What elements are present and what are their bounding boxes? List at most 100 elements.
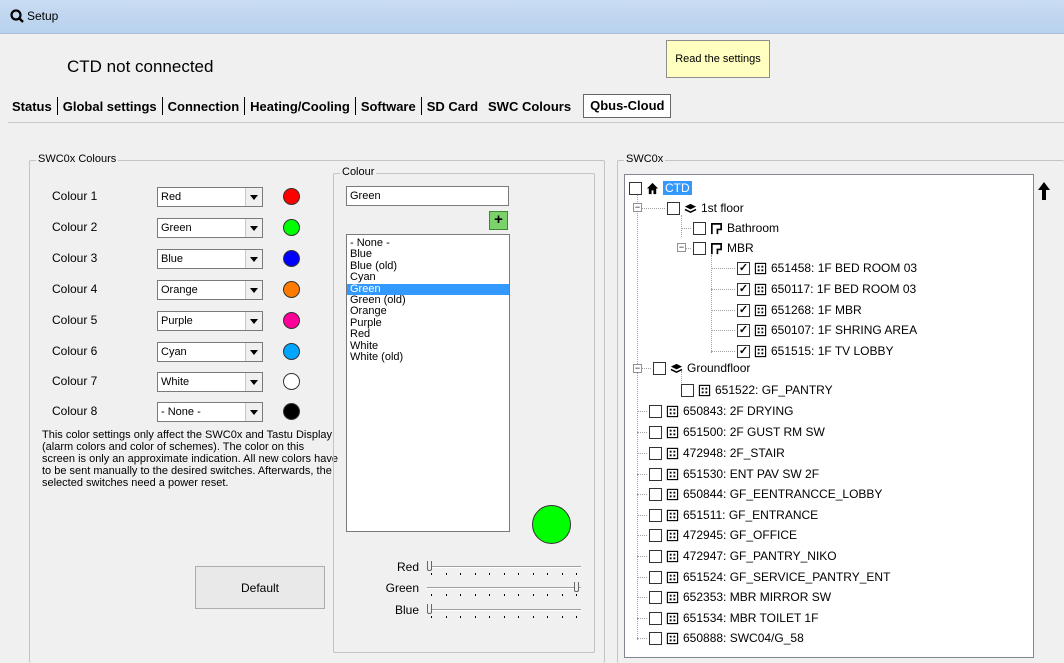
tree-checkbox[interactable]	[649, 590, 662, 604]
tree-checkbox[interactable]	[649, 528, 662, 542]
tree-node-label: 651458: 1F BED ROOM 03	[771, 261, 918, 275]
tree-node[interactable]: 650844: GF_EENTRANCCE_LOBBY	[649, 485, 882, 503]
colour-3-swatch	[283, 250, 300, 267]
chevron-down-icon[interactable]	[245, 281, 262, 299]
tree-checkbox[interactable]	[649, 631, 662, 645]
tab-status[interactable]: Status	[8, 99, 56, 114]
tree-checkbox[interactable]	[649, 446, 662, 460]
tree-checkbox[interactable]	[693, 221, 706, 235]
tree-checkbox[interactable]	[649, 487, 662, 501]
tree-node[interactable]: 651500: 2F GUST RM SW	[649, 423, 825, 441]
tree-checkbox[interactable]	[649, 404, 662, 418]
tree-checkbox[interactable]	[737, 344, 750, 358]
switch-icon	[665, 528, 679, 542]
arrow-up-icon[interactable]	[1037, 181, 1051, 201]
tree-node[interactable]: 651268: 1F MBR	[737, 301, 862, 319]
room-icon	[709, 241, 723, 255]
tree-checkbox[interactable]	[649, 467, 662, 481]
colour-8-select[interactable]: - None -	[157, 402, 263, 422]
slider-green[interactable]	[427, 582, 581, 596]
chevron-down-icon[interactable]	[245, 219, 262, 237]
slider-thumb[interactable]	[574, 582, 579, 592]
tree-connector	[711, 310, 735, 311]
tree-checkbox[interactable]	[649, 549, 662, 563]
tree-checkbox[interactable]	[629, 181, 642, 195]
tree-node[interactable]: Bathroom	[693, 219, 779, 237]
tree-checkbox[interactable]	[653, 361, 666, 375]
tree-node-label: 651524: GF_SERVICE_PANTRY_ENT	[683, 570, 891, 584]
colour-list-item[interactable]: White (old)	[347, 351, 509, 363]
switch-icon	[665, 487, 679, 501]
tree-node[interactable]: 650107: 1F SHRING AREA	[737, 321, 917, 339]
chevron-down-icon[interactable]	[245, 250, 262, 268]
tree-checkbox[interactable]	[667, 201, 680, 215]
colour-3-select[interactable]: Blue	[157, 249, 263, 269]
tree-node[interactable]: 651534: MBR TOILET 1F	[649, 609, 818, 627]
colour-list-item[interactable]: Cyan	[347, 271, 509, 283]
colour-8-label: Colour 8	[52, 404, 98, 418]
tree-node[interactable]: Groundfloor	[653, 359, 750, 377]
slider-red[interactable]	[427, 561, 581, 575]
tab-sd-card[interactable]: SD Card	[423, 99, 482, 114]
tree-node-label: 651500: 2F GUST RM SW	[683, 425, 825, 439]
add-colour-button[interactable]: +	[489, 211, 508, 230]
tab-heating-cooling[interactable]: Heating/Cooling	[246, 99, 354, 114]
tree-checkbox[interactable]	[649, 570, 662, 584]
tree-checkbox[interactable]	[737, 261, 750, 275]
tab-global-settings[interactable]: Global settings	[59, 99, 161, 114]
tree-node[interactable]: 472948: 2F_STAIR	[649, 444, 785, 462]
chevron-down-icon[interactable]	[245, 188, 262, 206]
chevron-down-icon[interactable]	[245, 312, 262, 330]
read-settings-button[interactable]: Read the settings	[666, 40, 770, 78]
tree-node[interactable]: 651530: ENT PAV SW 2F	[649, 465, 819, 483]
chevron-down-icon[interactable]	[245, 403, 262, 421]
tab-connection[interactable]: Connection	[164, 99, 244, 114]
tree-checkbox[interactable]	[681, 383, 694, 397]
tab-software[interactable]: Software	[357, 99, 420, 114]
tree-checkbox[interactable]	[649, 425, 662, 439]
default-button[interactable]: Default	[195, 566, 325, 609]
tree-node[interactable]: 651524: GF_SERVICE_PANTRY_ENT	[649, 568, 890, 586]
colour-6-select[interactable]: Cyan	[157, 342, 263, 362]
colour-5-select[interactable]: Purple	[157, 311, 263, 331]
swc0x-tree[interactable]: − − − CTD 1st floor Bathroom MBR 651458: 1F BED…	[624, 174, 1034, 658]
colour-list-item[interactable]: Purple	[347, 317, 509, 329]
tree-checkbox[interactable]	[737, 303, 750, 317]
tree-checkbox[interactable]	[737, 282, 750, 296]
tree-node[interactable]: 651458: 1F BED ROOM 03	[737, 259, 917, 277]
tab-swc-colours[interactable]: SWC Colours	[482, 99, 577, 114]
tree-node[interactable]: 650843: 2F DRYING	[649, 402, 794, 420]
slider-thumb[interactable]	[427, 561, 432, 571]
tree-node[interactable]: 650117: 1F BED ROOM 03	[737, 280, 916, 298]
tree-node[interactable]: 472945: GF_OFFICE	[649, 526, 797, 544]
tree-node[interactable]: 651511: GF_ENTRANCE	[649, 506, 818, 524]
tree-node[interactable]: 651522: GF_PANTRY	[681, 381, 833, 399]
colour-4-select[interactable]: Orange	[157, 280, 263, 300]
tree-node[interactable]: 472947: GF_PANTRY_NIKO	[649, 547, 837, 565]
tree-node[interactable]: 1st floor	[667, 199, 744, 217]
slider-blue[interactable]	[427, 604, 581, 618]
tree-checkbox[interactable]	[649, 508, 662, 522]
tree-node[interactable]: MBR	[693, 239, 754, 257]
colour-list-item[interactable]: Red	[347, 328, 509, 340]
tree-node-root[interactable]: CTD	[629, 179, 692, 197]
tree-checkbox[interactable]	[649, 611, 662, 625]
collapse-icon[interactable]: −	[633, 203, 642, 212]
chevron-down-icon[interactable]	[245, 343, 262, 361]
tree-node[interactable]: 650888: SWC04/G_58	[649, 629, 804, 647]
colour-7-select[interactable]: White	[157, 372, 263, 392]
tab-qbus-cloud[interactable]: Qbus-Cloud	[583, 94, 672, 118]
tree-node[interactable]: 652353: MBR MIRROR SW	[649, 588, 831, 606]
slider-thumb[interactable]	[427, 604, 432, 614]
tree-node[interactable]: 651515: 1F TV LOBBY	[737, 342, 894, 360]
colour-listbox[interactable]: - None - Blue Blue (old) Cyan Green Green (ol…	[346, 234, 510, 532]
tree-checkbox[interactable]	[737, 323, 750, 337]
collapse-icon[interactable]: −	[677, 243, 686, 252]
tree-connector	[637, 618, 647, 619]
colour-2-select[interactable]: Green	[157, 218, 263, 238]
colour-name-input[interactable]: Green	[346, 186, 509, 206]
chevron-down-icon[interactable]	[245, 373, 262, 391]
tree-checkbox[interactable]	[693, 241, 706, 255]
colour-1-select[interactable]: Red	[157, 187, 263, 207]
collapse-icon[interactable]: −	[633, 364, 642, 373]
